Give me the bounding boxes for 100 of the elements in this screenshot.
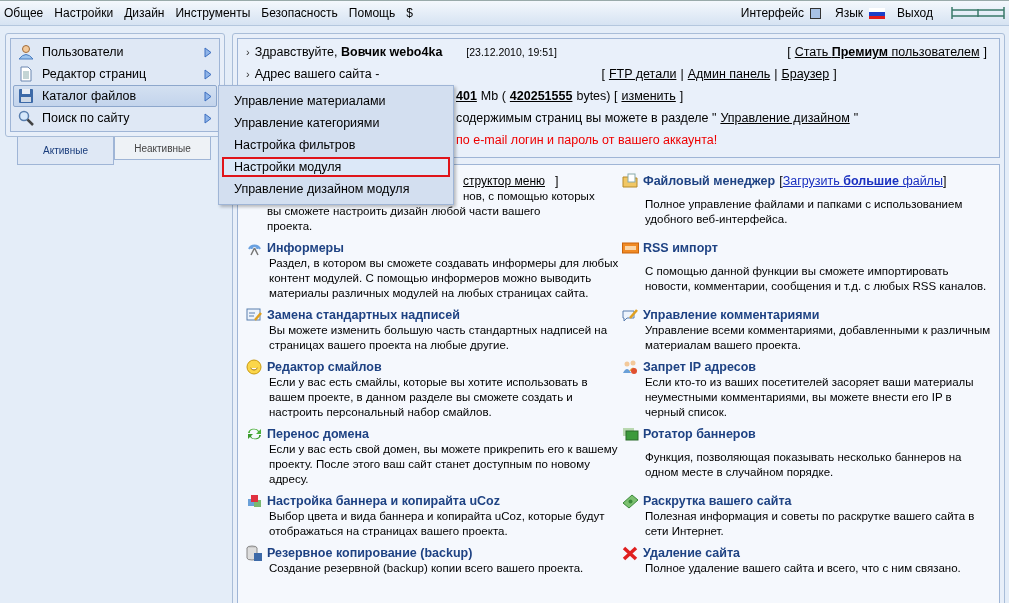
submenu-item[interactable]: Настройки модуля [222,157,450,177]
rss-icon [622,240,639,256]
delete-cross-icon [622,545,639,561]
top-menu-item[interactable]: Безопасность [261,6,338,20]
feature-title-link[interactable]: Управление комментариями [643,308,820,322]
user-icon [18,44,34,60]
menu-constructor-link[interactable]: структор меню [463,174,545,188]
top-menu-item[interactable]: $ [406,6,413,20]
feature-title-link[interactable]: Замена стандартных надписей [267,308,460,322]
top-menu-item[interactable]: Настройки [54,6,114,20]
stacked-cards-icon [622,426,639,442]
feature-title-link[interactable]: Настройка баннера и копирайта uCoz [267,494,500,508]
feature-title-link[interactable]: Раскрутка вашего сайта [643,494,792,508]
info-text: ] [679,89,684,103]
info-text: ] [833,67,837,81]
feature-description: Полное управление файлами и папками с использованием удобного веб-интерфейса. [644,196,964,227]
feature-description: Если у вас есть смайлы, которые вы хотите использовать в вашем проекте, в данном разделе вы сможете создать и настроить персональный набор смайлов. [268,375,589,420]
flag-icon[interactable] [869,7,886,19]
text-edit-icon [246,307,263,323]
cubes-icon [246,493,263,509]
document-icon [18,66,34,82]
feature-description: Полезная информация и советы по раскрутке вашего сайта в сети Интернет. [644,509,976,539]
logout-link[interactable]: Выход [897,6,933,20]
feature-title-link[interactable]: Резервное копирование (backup) [267,546,473,560]
info-link[interactable]: изменить [621,89,676,103]
language-label[interactable]: Язык [835,6,864,20]
submenu-item[interactable]: Управление материалами [222,91,450,111]
info-text: Адрес вашего сайта - [254,67,380,81]
feature-description: вы сможете настроить дизайн любой части вашего [267,204,541,219]
info-text: содержимым страниц вы можете в разделе " [456,111,717,125]
refresh-arrows-icon [246,426,263,442]
submenu-item[interactable]: Управление дизайном модуля [222,179,450,199]
folder-icon [622,173,639,189]
info-text: | [774,67,778,81]
info-link[interactable]: Браузер [781,67,830,81]
arrow-right-icon [204,90,212,102]
sidebar-item[interactable]: Поиск по сайту [13,107,217,129]
info-link[interactable]: Админ панель [687,67,771,81]
feature-description: Создание резервной (backup) копии всего вашего проекта. [268,561,585,576]
smiley-icon [246,359,263,375]
date-text: [23.12.2010, 19:51] [466,46,557,58]
color-square-icon[interactable] [810,7,822,19]
magnifier-icon [18,110,34,126]
feature-description: Функция, позволяющая показывать несколько баннеров на одном месте в случайном порядке. [644,449,963,480]
feature-description: Если у вас есть свой домен, вы можете прикрепить его к вашему проекту. После этого ваш сайт станет доступным по новому адресу. [268,442,619,487]
feature-title-link[interactable]: Удаление сайта [643,546,741,560]
size-link[interactable]: 401 [456,89,477,103]
feature-title-link[interactable]: RSS импорт [643,241,718,255]
info-text: " [853,111,859,125]
top-menu-item[interactable]: Помощь [348,6,396,20]
info-text: [ [787,45,791,59]
feature-title-link[interactable]: Запрет IP адресов [643,360,756,374]
feature-description: Раздел, в котором вы сможете создавать информеры для любых контент модулей. С помощью информеров можно выводить материалы различных модулей на любых страницах сайта. [268,256,620,301]
feature-title-link[interactable]: Информеры [267,241,344,255]
sidebar-item[interactable]: Пользователи [13,41,217,63]
bullet-text: › [246,46,250,58]
top-menu-item[interactable]: Общее [4,6,44,20]
arrow-right-icon [204,112,212,124]
feature-description: Если кто-то из ваших посетителей засоряет ваши материалы неуместными комментариями, вы можете внести его IP в черный список. [644,375,975,420]
info-link[interactable]: FTP детали [608,67,677,81]
sidebar-item[interactable]: Каталог файлов [13,85,217,107]
bullet-text: › [246,68,250,80]
info-link[interactable]: Стать Премиум пользователем [794,45,980,59]
sidebar-item[interactable]: Редактор страниц [13,63,217,85]
feature-description: нов, с помощью которых [463,189,595,204]
interface-label[interactable]: Интерфейс [740,6,805,20]
info-text: ] [983,45,987,59]
money-icon [622,493,639,509]
info-link[interactable]: Управление дизайном [720,111,850,125]
arrow-right-icon [204,68,212,80]
info-text: Mb ( [480,89,506,103]
top-menu-item[interactable]: Инструменты [175,6,251,20]
info-text: bytes) [ [576,89,618,103]
submenu-item[interactable]: Управление категориями [222,113,450,133]
feature-title-link[interactable]: Перенос домена [267,427,370,441]
top-menu-item[interactable]: Дизайн [124,6,165,20]
feature-title-link[interactable]: Редактор смайлов [267,360,382,374]
bracket-text: ] [555,174,559,188]
info-text: Здравствуйте, Вовчик webo4ka [254,45,443,59]
feature-description: Вы можете изменить большую часть стандартных надписей на страницах вашего проекта на любые другие. [268,323,609,353]
tab[interactable]: Активные [17,137,114,165]
bracket-text: ] [942,174,947,188]
users-icon [622,359,639,375]
feature-title-link[interactable]: Ротатор баннеров [643,427,756,441]
feature-description: Управление всеми комментариями, добавленными к различным материалам вашего проекта. [644,323,992,353]
feature-description: Выбор цвета и вида баннера и копирайта uCoz, которые будут отображаться на страницах вашего проекта. [268,509,606,539]
size-link[interactable]: 420251555 [509,89,573,103]
warning-text: по e-mail логин и пароль от вашего аккаунта! [456,133,718,147]
bracket-text: [ [779,174,783,188]
database-floppy-icon [246,545,263,561]
feature-description: С помощью данной функции вы сможете импортировать новости, комментарии, сообщения и т.д. с любых RSS каналов. [644,263,988,294]
arrow-right-icon [204,46,212,58]
info-text: [ [601,67,605,81]
feature-description: Полное удаление вашего сайта и всего, что с ним связано. [644,561,962,576]
slider-bar-icon[interactable] [951,6,1005,20]
feature-title-link[interactable]: Файловый менеджер [643,174,776,188]
info-text: | [680,67,684,81]
speech-pencil-icon [622,307,639,323]
submenu-item[interactable]: Настройка фильтров [222,135,450,155]
tab[interactable]: Неактивные [114,137,211,160]
